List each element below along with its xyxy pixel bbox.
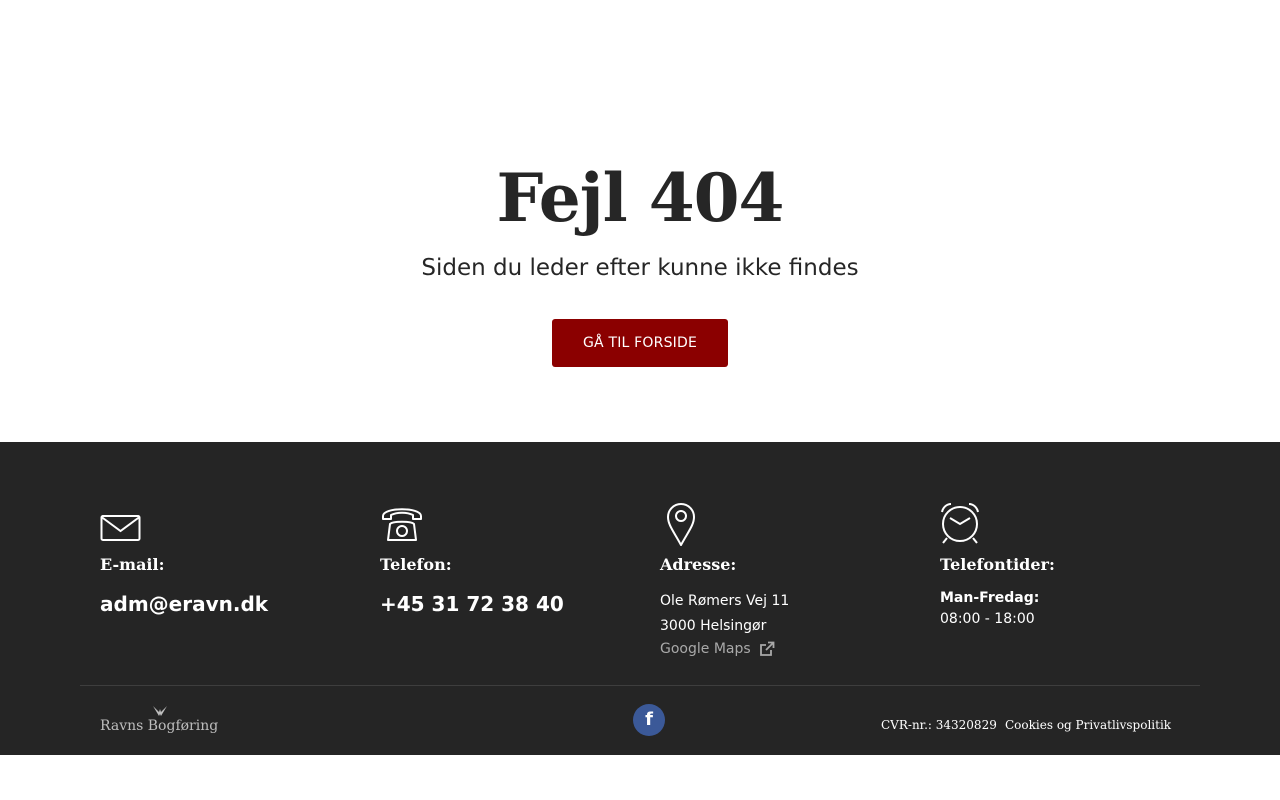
address-lines: Ole Rømers Vej 11 3000 Helsingør (660, 589, 789, 639)
hours-label: Telefontider: (940, 555, 1055, 574)
cvr-number: CVR-nr.: 34320829 (881, 718, 997, 732)
email-value[interactable]: adm@eravn.dk (100, 592, 268, 616)
address-label: Adresse: (660, 555, 737, 574)
hours-time: 08:00 - 18:00 (940, 611, 1035, 627)
error-title: Fejl 404 (496, 159, 785, 237)
phone-column: Telefon: +45 31 72 38 40 (380, 502, 640, 616)
address-city: 3000 Helsingør (660, 618, 767, 634)
error-subtitle: Siden du leder efter kunne ikke findes (421, 255, 859, 281)
phone-label: Telefon: (380, 555, 452, 574)
address-street: Ole Rømers Vej 11 (660, 593, 790, 609)
site-footer: E-mail: adm@eravn.dk Telefon: +45 31 72 … (0, 442, 1280, 755)
map-pin-icon (667, 503, 695, 546)
email-column: E-mail: adm@eravn.dk (100, 502, 360, 616)
alarm-clock-icon (941, 503, 979, 544)
go-to-frontpage-button[interactable]: GÅ TIL FORSIDE (552, 319, 728, 367)
address-column: Adresse: Ole Rømers Vej 11 3000 Helsingø… (660, 502, 920, 657)
footer-divider (80, 685, 1200, 686)
error-hero: Fejl 404 Siden du leder efter kunne ikke… (0, 0, 1280, 442)
facebook-icon: f (645, 709, 653, 730)
phone-value[interactable]: +45 31 72 38 40 (380, 592, 564, 616)
envelope-icon (100, 515, 141, 541)
raven-icon (153, 706, 167, 716)
company-logo[interactable]: Ravns Bogføring (100, 704, 240, 740)
email-label: E-mail: (100, 555, 165, 574)
hours-column: Telefontider: Man-Fredag: 08:00 - 18:00 (940, 502, 1200, 627)
hours-days: Man-Fredag: (940, 590, 1040, 606)
telephone-icon (382, 508, 422, 541)
external-link-icon (759, 641, 775, 656)
google-maps-label: Google Maps (660, 641, 751, 657)
google-maps-link[interactable]: Google Maps (660, 641, 775, 657)
facebook-button[interactable]: f (633, 704, 665, 736)
logo-text: Ravns Bogføring (100, 718, 219, 734)
cookies-privacy-link[interactable]: Cookies og Privatlivspolitik (1005, 718, 1171, 732)
